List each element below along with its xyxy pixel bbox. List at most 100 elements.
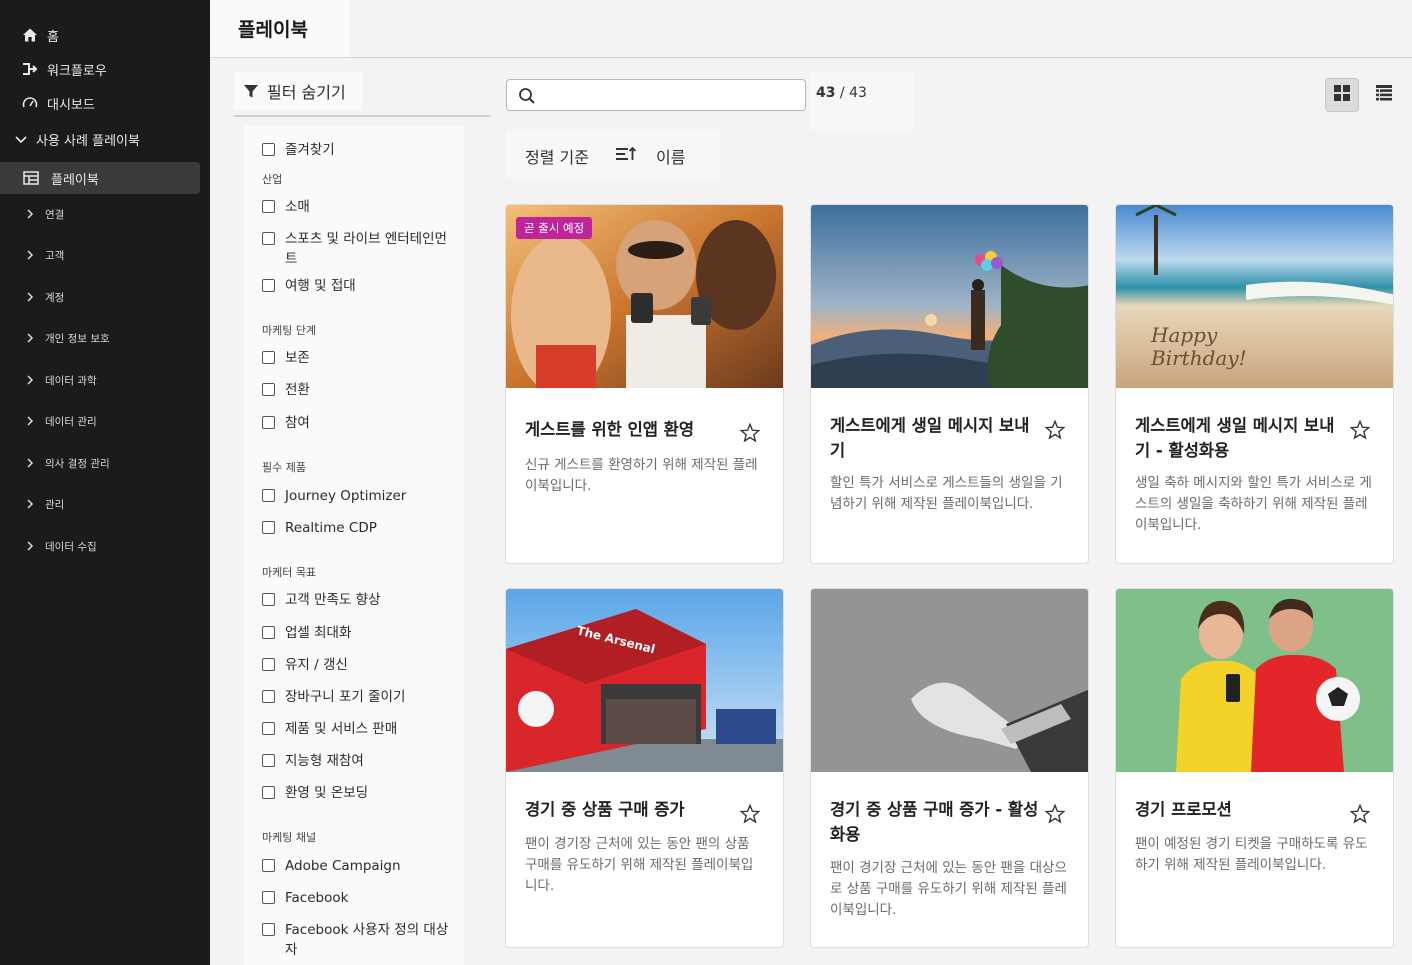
filter-checkbox[interactable]: 여행 및 접대 <box>262 276 450 296</box>
favorite-button[interactable] <box>1044 803 1066 829</box>
filter-checkbox[interactable]: 전환 <box>262 380 450 400</box>
favorite-button[interactable] <box>739 803 761 829</box>
checkbox[interactable] <box>262 658 275 671</box>
checkbox-label: Realtime CDP <box>285 520 377 536</box>
filter-checkbox[interactable]: 참여 <box>262 413 450 433</box>
filter-checkbox[interactable]: Facebook <box>262 888 450 908</box>
favorite-button[interactable] <box>1044 419 1066 445</box>
filter-checkbox[interactable]: Journey Optimizer <box>262 486 450 506</box>
nav-home-label: 홈 <box>47 29 59 45</box>
divider <box>234 115 490 117</box>
nav-sub-item[interactable]: 연결 <box>0 200 210 228</box>
count-shown: 43 <box>816 85 836 101</box>
checkbox-label: 여행 및 접대 <box>285 278 356 294</box>
card-description: 팬이 경기장 근처에 있는 동안 팬의 상품 구매를 유도하기 위해 제작된 플… <box>525 836 754 894</box>
nav-sub-label: 의사 결정 관리 <box>45 457 110 470</box>
nav-sub-item[interactable]: 고객 <box>0 241 210 269</box>
chevron-right-icon <box>26 416 34 426</box>
checkbox[interactable] <box>262 786 275 799</box>
filter-checkbox[interactable]: 유지 / 갱신 <box>262 655 450 675</box>
nav-sub-label: 고객 <box>45 249 65 262</box>
playbook-card[interactable]: 게스트에게 생일 메시지 보내기 할인 특가 서비스로 게스트들의 생일을 기념… <box>810 204 1089 564</box>
checkbox[interactable] <box>262 279 275 292</box>
filter-checkbox[interactable]: Adobe Campaign <box>262 856 450 876</box>
card-description: 할인 특가 서비스로 게스트들의 생일을 기념하기 위해 제작된 플레이북입니다… <box>830 475 1063 512</box>
checkbox[interactable] <box>262 754 275 767</box>
filter-checkbox[interactable]: 장바구니 포기 줄이기 <box>262 687 450 707</box>
search-field[interactable] <box>506 79 806 111</box>
favorite-button[interactable] <box>1349 419 1371 445</box>
checkbox[interactable] <box>262 923 275 936</box>
card-title: 게스트에게 생일 메시지 보내기 <box>830 416 1030 460</box>
filter-checkbox[interactable]: 업셀 최대화 <box>262 623 450 643</box>
checkbox[interactable] <box>262 489 275 502</box>
checkbox-label: Journey Optimizer <box>285 488 407 504</box>
filter-checkbox[interactable]: Realtime CDP <box>262 518 450 538</box>
nav-workflow[interactable]: 워크플로우 <box>0 54 210 84</box>
filter-checkbox[interactable]: 지능형 재참여 <box>262 751 450 771</box>
checkbox-label: 소매 <box>285 199 310 215</box>
favorite-button[interactable] <box>1349 803 1371 829</box>
nav-sub-item[interactable]: 개인 정보 보호 <box>0 324 210 352</box>
filter-checkbox[interactable]: 소매 <box>262 197 450 217</box>
playbook-card[interactable]: 경기 중 상품 구매 증가 - 활성화용 팬이 경기장 근처에 있는 동안 팬을… <box>810 588 1089 948</box>
filter-checkbox-favorites[interactable]: 즐겨찾기 <box>262 140 450 160</box>
checkbox-label: 제품 및 서비스 판매 <box>285 721 398 737</box>
filter-checkbox[interactable]: 고객 만족도 향상 <box>262 590 450 610</box>
sort-value-dropdown[interactable]: 이름 <box>656 144 685 168</box>
playbook-card[interactable]: 곧 출시 예정 게스트를 위한 인앱 환영 신규 게스트를 환영하기 위해 제작… <box>505 204 784 564</box>
playbook-card[interactable]: Happy Birthday! 게스트에게 생일 메시지 보내기 - 활성화용 … <box>1115 204 1394 564</box>
checkbox[interactable] <box>262 521 275 534</box>
nav-sub-label: 관리 <box>45 498 65 511</box>
favorite-button[interactable] <box>739 422 761 448</box>
nav-dashboard[interactable]: 대시보드 <box>0 88 210 118</box>
checkbox[interactable] <box>262 416 275 429</box>
filter-checkbox[interactable]: 환영 및 온보딩 <box>262 783 450 803</box>
checkbox[interactable] <box>262 200 275 213</box>
star-icon <box>1044 803 1066 824</box>
chevron-right-icon <box>26 458 34 468</box>
sort-direction-button[interactable] <box>615 145 637 167</box>
filter-icon <box>243 83 259 99</box>
sort-icon <box>615 146 637 167</box>
filter-toggle-button[interactable]: 필터 숨기기 <box>234 72 362 110</box>
card-image <box>811 589 1088 772</box>
nav-sub-item[interactable]: 계정 <box>0 283 210 311</box>
checkbox[interactable] <box>262 859 275 872</box>
checkbox[interactable] <box>262 232 275 245</box>
nav-usecase-playbooks[interactable]: 사용 사례 플레이북 <box>0 124 210 154</box>
checkbox[interactable] <box>262 351 275 364</box>
dashboard-icon <box>22 95 38 111</box>
checkbox[interactable] <box>262 690 275 703</box>
filter-checkbox[interactable]: 스포츠 및 라이브 엔터테인먼트 <box>262 229 450 269</box>
checkbox[interactable] <box>262 626 275 639</box>
nav-sub-item[interactable]: 의사 결정 관리 <box>0 449 210 477</box>
nav-sub-item[interactable]: 데이터 수집 <box>0 532 210 560</box>
filter-checkbox[interactable]: Facebook 사용자 정의 대상자 <box>262 920 450 960</box>
grid-view-button[interactable] <box>1325 78 1359 112</box>
nav-sub-item[interactable]: 관리 <box>0 490 210 518</box>
card-description: 생일 축하 메시지와 할인 특가 서비스로 게스트의 생일을 축하하기 위해 제… <box>1135 475 1372 533</box>
checkbox-label: 유지 / 갱신 <box>285 657 348 673</box>
filter-checkbox[interactable]: 제품 및 서비스 판매 <box>262 719 450 739</box>
checkbox[interactable] <box>262 383 275 396</box>
nav-sub-item[interactable]: 데이터 관리 <box>0 407 210 435</box>
table-icon <box>23 171 39 185</box>
nav-home[interactable]: 홈 <box>0 20 210 50</box>
home-icon <box>22 27 38 43</box>
filter-checkbox[interactable]: 보존 <box>262 348 450 368</box>
chevron-down-icon <box>14 132 28 146</box>
checkbox[interactable] <box>262 891 275 904</box>
list-view-button[interactable] <box>1367 78 1401 112</box>
playbook-card[interactable]: The Arsenal 경기 중 상품 구매 증가 팬이 경기장 근처에 있는 … <box>505 588 784 948</box>
grid-view-icon <box>1334 85 1350 105</box>
nav-playbook[interactable]: 플레이북 <box>0 162 200 194</box>
card-title: 게스트를 위한 인앱 환영 <box>525 420 695 439</box>
nav-sub-item[interactable]: 데이터 과학 <box>0 366 210 394</box>
playbook-card[interactable]: 경기 프로모션 팬이 예정된 경기 티켓을 구매하도록 유도하기 위해 제작된 … <box>1115 588 1394 948</box>
checkbox[interactable] <box>262 722 275 735</box>
search-input[interactable] <box>543 84 798 106</box>
checkbox[interactable] <box>262 593 275 606</box>
card-description: 신규 게스트를 환영하기 위해 제작된 플레이북입니다. <box>525 457 758 494</box>
checkbox[interactable] <box>262 143 275 156</box>
